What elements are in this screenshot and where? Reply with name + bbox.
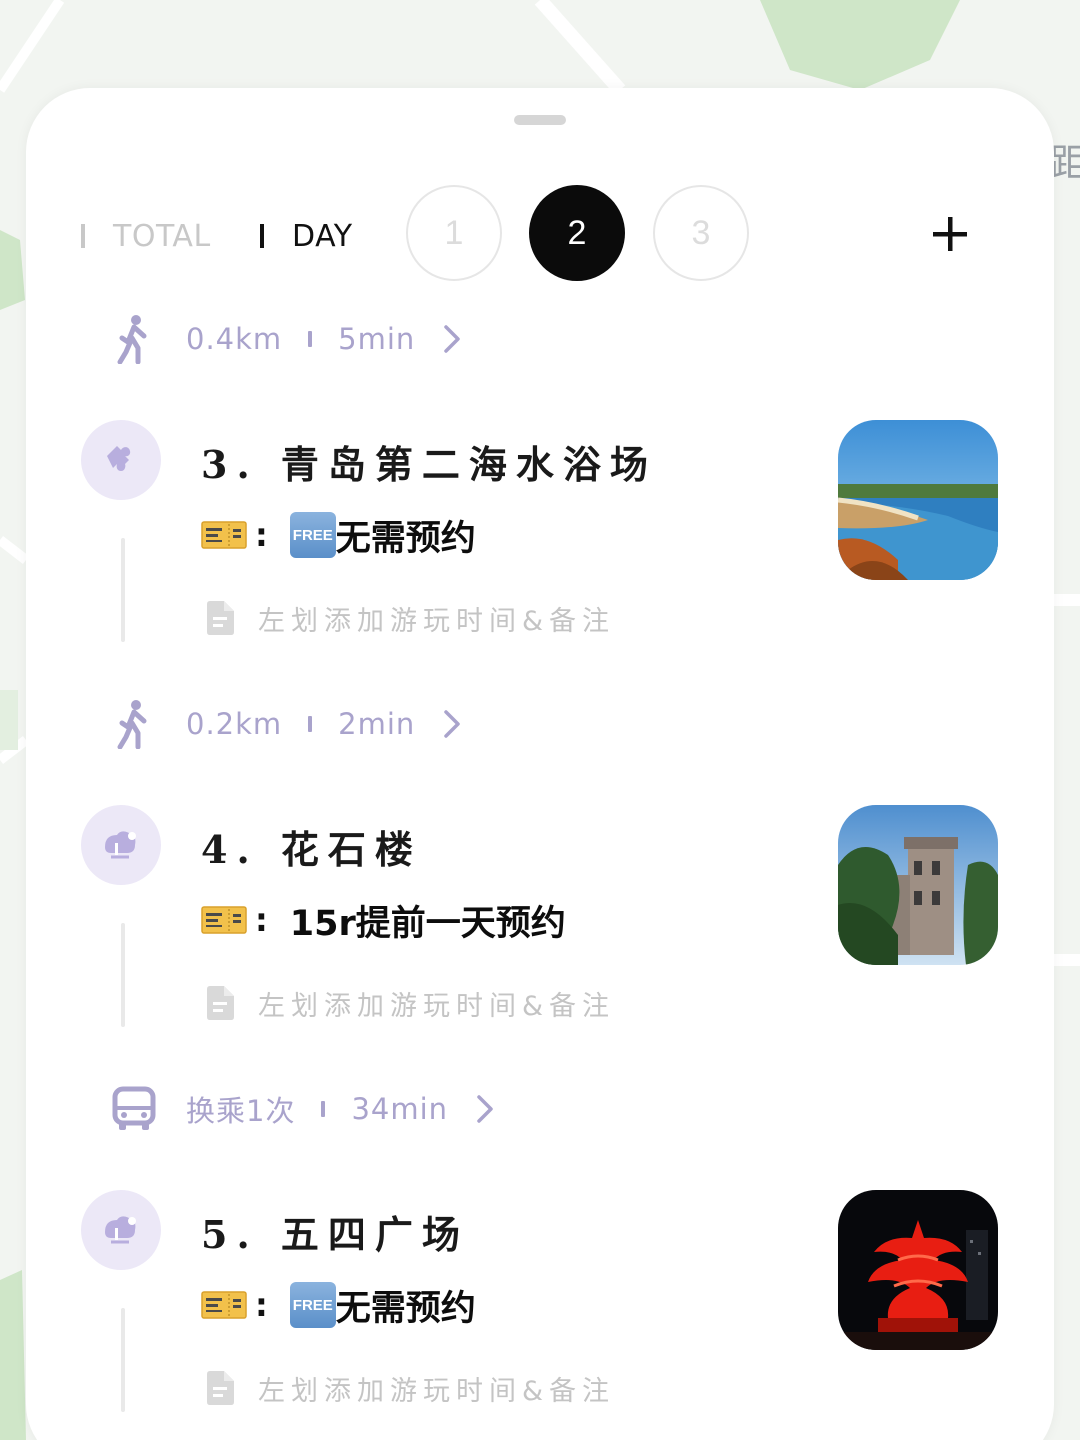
timeline-line	[121, 1308, 125, 1412]
separator	[321, 1101, 326, 1117]
separator	[308, 716, 313, 732]
itinerary-sheet: TOTAL DAY 1 2 3 0.4km 5min 3. 青岛第二海水浴场:…	[26, 88, 1054, 1440]
ticket-info: : 15r提前一天预约	[201, 897, 566, 944]
chevron-right-icon	[444, 325, 461, 353]
tab-total-label: TOTAL	[113, 218, 211, 254]
note-placeholder: 左划添加游玩时间&备注	[258, 605, 616, 637]
transit-duration: 5min	[338, 322, 416, 356]
drag-handle[interactable]	[514, 115, 566, 125]
note-icon	[207, 601, 234, 635]
timeline-line	[121, 923, 125, 1027]
ticket-info: : FREE 无需预约	[201, 1282, 476, 1329]
may-fourth-sculpture-photo[interactable]	[838, 1190, 998, 1350]
timeline-line	[121, 538, 125, 642]
scenery-icon	[81, 805, 161, 885]
note-placeholder: 左划添加游玩时间&备注	[258, 1375, 616, 1407]
ticket-icon	[201, 906, 247, 934]
map-label: 距	[1050, 141, 1080, 182]
day-2-button[interactable]: 2	[529, 185, 625, 281]
stop-item[interactable]: 4. 花石楼 : 15r提前一天预约 左划添加游玩时间&备注	[26, 805, 1054, 1045]
chevron-right-icon	[477, 1095, 493, 1123]
ticket-text: 15r提前一天预约	[289, 903, 566, 944]
note-field[interactable]: 左划添加游玩时间&备注	[204, 983, 615, 1023]
stop-item[interactable]: 5. 五四广场 : FREE 无需预约 左划添加游玩时间&备注	[26, 1190, 1054, 1430]
walk-icon	[112, 314, 156, 364]
ticket-colon: :	[255, 516, 268, 554]
stop-title: 5. 五四广场	[201, 1212, 469, 1257]
free-badge: FREE	[289, 1282, 336, 1328]
ticket-icon	[201, 1291, 247, 1319]
tab-indicator	[260, 224, 264, 248]
chevron-right-icon	[444, 710, 461, 738]
ticket-icon	[201, 521, 247, 549]
stop-title: 3. 青岛第二海水浴场	[201, 442, 657, 487]
puzzle-icon	[81, 420, 161, 500]
transit-distance: 0.2km	[186, 707, 283, 741]
castle-photo[interactable]	[838, 805, 998, 965]
bus-icon	[112, 1084, 156, 1134]
transit-distance: 0.4km	[186, 322, 283, 356]
ticket-text: 无需预约	[335, 1288, 476, 1329]
transit-row[interactable]: 换乘1次 34min	[112, 1084, 496, 1134]
note-field[interactable]: 左划添加游玩时间&备注	[204, 598, 615, 638]
day-3-button[interactable]: 3	[653, 185, 749, 281]
ticket-colon: :	[255, 901, 268, 939]
free-badge: FREE	[289, 512, 336, 558]
tab-day-label: DAY	[292, 218, 353, 254]
transit-duration: 2min	[338, 707, 416, 741]
note-icon	[207, 1371, 234, 1405]
day-1-button[interactable]: 1	[406, 185, 502, 281]
stop-item[interactable]: 3. 青岛第二海水浴场 : FREE 无需预约 左划添加游玩时间&备注	[26, 420, 1054, 660]
note-field[interactable]: 左划添加游玩时间&备注	[204, 1368, 615, 1408]
note-placeholder: 左划添加游玩时间&备注	[258, 990, 616, 1022]
transit-duration: 34min	[351, 1092, 449, 1126]
scenery-icon	[81, 1190, 161, 1270]
beach-photo[interactable]	[838, 420, 998, 580]
transit-row[interactable]: 0.4km 5min	[112, 314, 463, 364]
walk-icon	[112, 699, 156, 749]
plus-icon	[933, 217, 967, 251]
ticket-info: : FREE 无需预约	[201, 512, 476, 559]
tab-total[interactable]: TOTAL	[81, 216, 211, 256]
tab-day[interactable]: DAY	[260, 216, 353, 256]
tab-indicator	[81, 224, 85, 248]
stop-title: 4. 花石楼	[201, 827, 422, 872]
note-icon	[207, 986, 234, 1020]
transit-row[interactable]: 0.2km 2min	[112, 699, 463, 749]
ticket-text: 无需预约	[335, 518, 476, 559]
add-day-button[interactable]	[930, 214, 970, 254]
transit-transfers: 换乘1次	[186, 1094, 296, 1128]
ticket-colon: :	[255, 1286, 268, 1324]
separator	[308, 331, 313, 347]
